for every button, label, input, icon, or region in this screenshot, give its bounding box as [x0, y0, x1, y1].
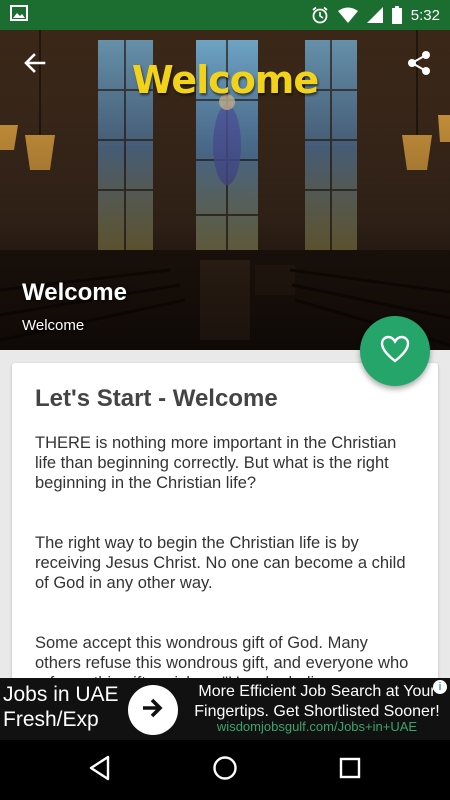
- system-nav-bar: [0, 740, 450, 800]
- content-card: Let's Start - Welcome THERE is nothing m…: [12, 363, 438, 693]
- square-recents-icon: [338, 756, 362, 785]
- share-button[interactable]: [402, 50, 436, 80]
- image-icon: [10, 4, 28, 26]
- page-title: Welcome: [22, 279, 127, 306]
- content-paragraph: THERE is nothing more important in the C…: [35, 434, 397, 492]
- ad-info-icon[interactable]: i: [433, 680, 447, 694]
- ad-left-line: Jobs in UAE: [3, 683, 119, 706]
- favorite-button[interactable]: [360, 316, 430, 386]
- header-image: Welcome Welcome Welcome: [0, 30, 450, 350]
- signal-icon: [366, 7, 383, 23]
- nav-back-button[interactable]: [85, 755, 115, 785]
- ad-url: wisdomjobsgulf.com/Jobs+in+UAE: [216, 719, 418, 734]
- nav-home-button[interactable]: [210, 755, 240, 785]
- ad-banner[interactable]: Jobs in UAE Fresh/Exp More Efficient Job…: [0, 678, 450, 740]
- triangle-back-icon: [88, 755, 112, 786]
- welcome-logo-text: Welcome: [131, 58, 319, 102]
- heart-outline-icon: [380, 335, 410, 368]
- wifi-icon: [337, 7, 358, 23]
- content-paragraph: The right way to begin the Christian lif…: [35, 534, 406, 592]
- circle-home-icon: [212, 755, 238, 786]
- content-heading: Let's Start - Welcome: [35, 385, 278, 412]
- status-time: 5:32: [410, 6, 440, 24]
- nav-recents-button[interactable]: [335, 755, 365, 785]
- ad-open-button[interactable]: [128, 685, 178, 735]
- battery-icon: [391, 6, 402, 24]
- share-icon: [406, 50, 432, 81]
- ad-left-line: Fresh/Exp: [3, 708, 99, 731]
- arrow-right-icon: [141, 697, 165, 724]
- status-bar: 5:32: [0, 0, 450, 30]
- page-subtitle: Welcome: [22, 317, 85, 334]
- ad-headline: More Efficient Job Search at Your Finger…: [194, 683, 440, 720]
- ad-left-text: Jobs in UAE Fresh/Exp: [3, 682, 119, 732]
- alarm-icon: [311, 6, 329, 24]
